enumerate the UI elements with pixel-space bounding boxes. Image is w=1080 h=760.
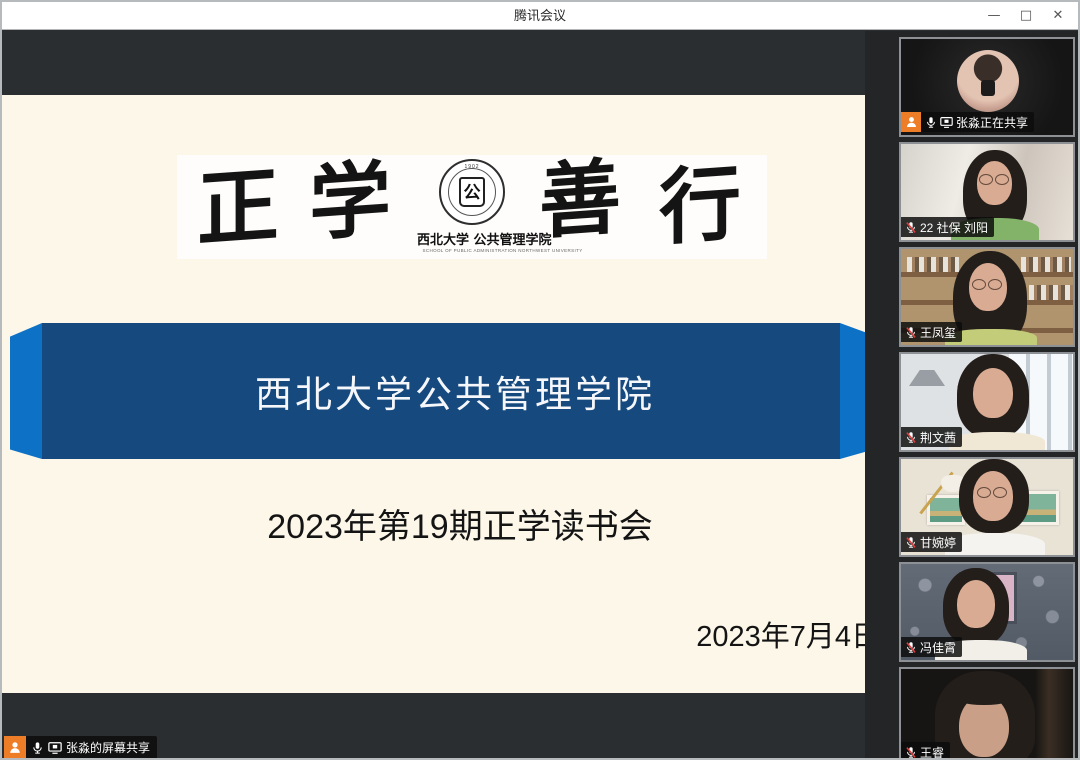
school-name-en: SCHOOL OF PUBLIC ADMINISTRATION NORTHWES…	[423, 248, 522, 253]
participant-tile[interactable]: 22 社保 刘阳	[899, 142, 1075, 242]
participant-tile[interactable]: 王凤玺	[899, 247, 1075, 347]
mic-icon	[31, 741, 44, 755]
mic-muted-icon	[905, 221, 917, 234]
school-name-cn: 西北大学 公共管理学院	[417, 229, 527, 248]
participant-name: 张淼正在共享	[956, 114, 1028, 131]
participant-name: 冯佳霄	[920, 639, 956, 656]
share-label-pill: 张淼的屏幕共享	[26, 736, 157, 759]
seal-circle: 1902 公	[439, 159, 505, 225]
mic-muted-icon	[905, 536, 917, 549]
screen-share-icon	[940, 116, 953, 129]
participant-name: 王睿	[920, 744, 944, 760]
minimize-icon[interactable]: —	[978, 3, 1010, 29]
participant-tile[interactable]: 冯佳霄	[899, 562, 1075, 662]
calligraphy-banner: 正 学 1902 公 西北大学 公共管理学院 SCHOOL OF PUBLIC …	[177, 155, 767, 259]
meeting-main-area: 正 学 1902 公 西北大学 公共管理学院 SCHOOL OF PUBLIC …	[2, 31, 1078, 758]
participant-name: 荆文茜	[920, 429, 956, 446]
participant-name: 22 社保 刘阳	[920, 219, 988, 236]
university-seal-logo: 1902 公 西北大学 公共管理学院 SCHOOL OF PUBLIC ADMI…	[417, 159, 527, 257]
share-label: 张淼的屏幕共享	[66, 739, 150, 756]
calligraphy-char: 学	[309, 158, 391, 246]
participant-name: 王凤玺	[920, 324, 956, 341]
shared-screen-viewport[interactable]: 正 学 1902 公 西北大学 公共管理学院 SCHOOL OF PUBLIC …	[2, 95, 890, 693]
participant-nametag: 王凤玺	[901, 322, 962, 342]
participant-nametag: 22 社保 刘阳	[901, 217, 994, 237]
calligraphy-char: 善	[539, 156, 621, 244]
slide-date: 2023年7月4日	[696, 613, 880, 655]
seal-emblem: 公	[459, 177, 485, 207]
participant-tile[interactable]: 王睿	[899, 667, 1075, 760]
presenter-icon	[4, 736, 26, 759]
close-icon[interactable]: ✕	[1042, 3, 1074, 29]
mic-muted-icon	[905, 431, 917, 444]
participant-nametag: 张淼正在共享	[901, 112, 1034, 132]
tencent-meeting-window: 腾讯会议 — □ ✕ 正 学 1902 公 西北大学 公共管理学院 SCHOOL…	[0, 0, 1080, 760]
ribbon-end-left	[10, 323, 42, 459]
mic-icon	[925, 116, 937, 129]
person-icon	[905, 115, 918, 129]
screen-share-icon	[48, 741, 62, 755]
participant-tile[interactable]: 张淼正在共享	[899, 37, 1075, 137]
participant-tile[interactable]: 甘婉婷	[899, 457, 1075, 557]
mic-muted-icon	[905, 641, 917, 654]
ribbon-band: 西北大学公共管理学院	[42, 323, 840, 459]
participant-nametag: 甘婉婷	[901, 532, 962, 552]
slide-subtitle: 2023年第19期正学读书会	[2, 499, 890, 548]
participant-tile[interactable]: 荆文茜	[899, 352, 1075, 452]
title-ribbon: 西北大学公共管理学院	[2, 323, 890, 459]
window-title: 腾讯会议	[2, 2, 1078, 30]
person-icon	[8, 740, 22, 755]
slide-title: 西北大学公共管理学院	[255, 364, 655, 418]
mic-muted-icon	[905, 746, 917, 759]
window-controls: — □ ✕	[978, 2, 1074, 30]
participant-nametag: 王睿	[901, 742, 950, 760]
presenter-icon	[901, 112, 921, 132]
window-titlebar: 腾讯会议 — □ ✕	[2, 2, 1078, 30]
participants-sidebar: 张淼正在共享 22 社保 刘阳	[865, 31, 1078, 758]
participant-nametag: 冯佳霄	[901, 637, 962, 657]
avatar	[957, 50, 1019, 112]
calligraphy-char: 行	[659, 162, 741, 250]
maximize-icon[interactable]: □	[1010, 3, 1042, 29]
participant-nametag: 荆文茜	[901, 427, 962, 447]
calligraphy-char: 正	[197, 164, 279, 252]
participant-name: 甘婉婷	[920, 534, 956, 551]
mic-muted-icon	[905, 326, 917, 339]
screen-share-indicator: 张淼的屏幕共享	[4, 736, 157, 759]
